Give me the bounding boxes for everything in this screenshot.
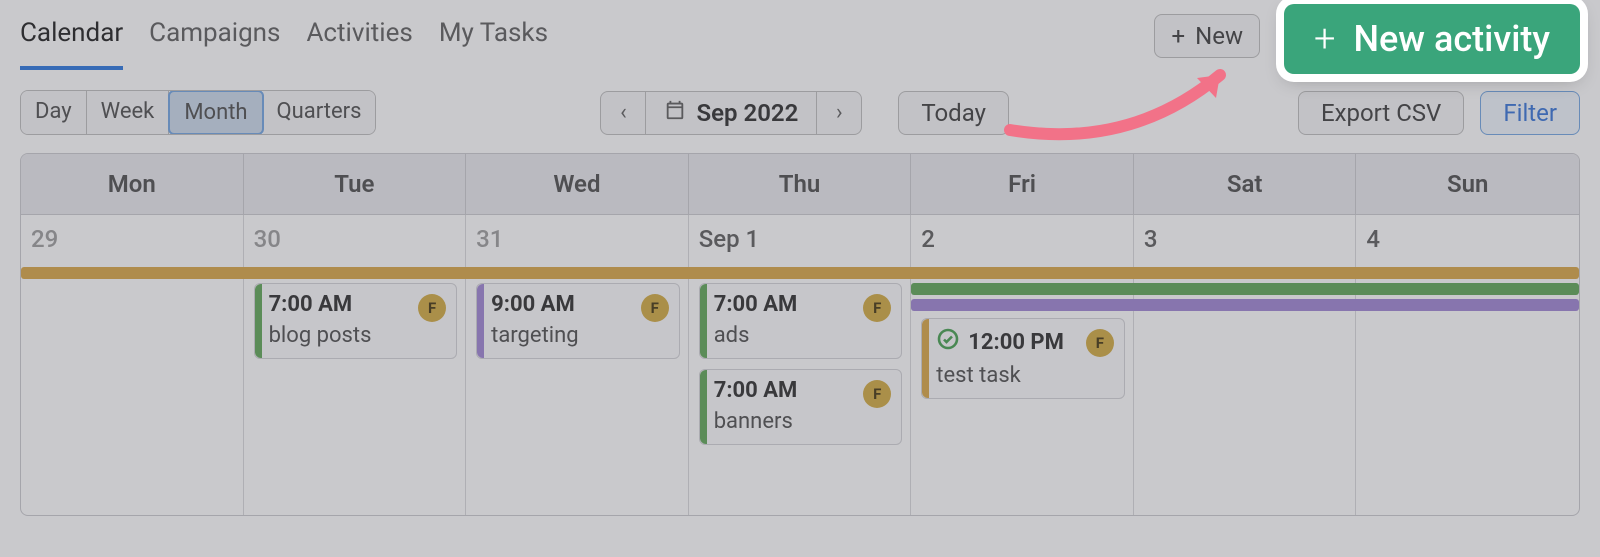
plus-icon: +: [1314, 20, 1335, 58]
today-button[interactable]: Today: [898, 91, 1009, 135]
new-dropdown-label: New: [1195, 22, 1243, 50]
tab-calendar-label: Calendar: [20, 18, 123, 48]
range-quarters-label: Quarters: [277, 99, 362, 124]
day-cell-fri[interactable]: 2 F 12:00 PM test task: [911, 215, 1134, 515]
tab-activities[interactable]: Activities: [306, 12, 412, 70]
range-month-label: Month: [184, 100, 247, 125]
today-button-label: Today: [921, 99, 986, 127]
prev-month-button[interactable]: ‹: [600, 91, 646, 135]
export-csv-button[interactable]: Export CSV: [1298, 91, 1464, 135]
weekday-thu: Thu: [689, 154, 912, 214]
event-card-blog-posts[interactable]: F 7:00 AM blog posts: [254, 283, 458, 359]
day-cell-sun[interactable]: 4: [1356, 215, 1579, 515]
chevron-right-icon: ›: [836, 100, 843, 125]
tab-my-tasks[interactable]: My Tasks: [439, 12, 548, 70]
event-stripe: [255, 284, 262, 358]
span-bar-orange[interactable]: [21, 267, 1579, 279]
new-dropdown-button[interactable]: + New: [1154, 14, 1260, 58]
range-day[interactable]: Day: [21, 91, 87, 134]
event-stripe: [477, 284, 484, 358]
check-circle-icon: [936, 327, 960, 357]
chevron-left-icon: ‹: [620, 100, 627, 125]
right-controls: Export CSV Filter: [1298, 91, 1580, 135]
week-row: 29 30 F 7:00 AM blog posts 31 F: [21, 215, 1579, 515]
range-day-label: Day: [35, 99, 72, 124]
event-card-ads[interactable]: F 7:00 AM ads: [699, 283, 903, 359]
weekday-wed: Wed: [466, 154, 689, 214]
avatar: F: [1086, 329, 1114, 357]
event-title: banners: [714, 409, 892, 434]
date-label: Sep 1: [699, 225, 903, 253]
weekday-header-row: Mon Tue Wed Thu Fri Sat Sun: [21, 154, 1579, 215]
event-card-banners[interactable]: F 7:00 AM banners: [699, 369, 903, 445]
toolbar: Day Week Month Quarters ‹ Sep 2022 › Tod…: [0, 70, 1600, 153]
date-label: 30: [254, 225, 458, 253]
tab-activities-label: Activities: [306, 18, 412, 48]
tab-my-tasks-label: My Tasks: [439, 18, 548, 48]
date-label: 29: [31, 225, 235, 253]
day-cell-wed[interactable]: 31 F 9:00 AM targeting: [466, 215, 689, 515]
event-title: ads: [714, 323, 892, 348]
event-card-targeting[interactable]: F 9:00 AM targeting: [476, 283, 680, 359]
filter-button-label: Filter: [1503, 99, 1557, 127]
span-bar-purple[interactable]: [911, 299, 1579, 311]
event-stripe: [700, 370, 707, 444]
calendar-icon: [664, 99, 686, 127]
weekday-mon: Mon: [21, 154, 244, 214]
new-activity-button[interactable]: + New activity: [1284, 4, 1580, 74]
day-cell-thu[interactable]: Sep 1 F 7:00 AM ads F 7:00 AM banners: [689, 215, 912, 515]
event-time-text: 12:00 PM: [968, 330, 1064, 355]
event-card-test-task[interactable]: F 12:00 PM test task: [921, 318, 1125, 399]
plus-icon: +: [1171, 22, 1185, 50]
weekday-sat: Sat: [1134, 154, 1357, 214]
range-quarters[interactable]: Quarters: [263, 91, 376, 134]
weekday-fri: Fri: [911, 154, 1134, 214]
range-button-group: Day Week Month Quarters: [20, 90, 376, 135]
avatar: F: [863, 294, 891, 322]
weekday-tue: Tue: [244, 154, 467, 214]
weekday-sun: Sun: [1356, 154, 1579, 214]
app-root: + New Calendar Campaigns Activities My T…: [0, 0, 1600, 557]
tab-calendar[interactable]: Calendar: [20, 12, 123, 70]
calendar-grid: Mon Tue Wed Thu Fri Sat Sun 29 30: [20, 153, 1580, 516]
range-week[interactable]: Week: [87, 91, 170, 134]
tab-campaigns[interactable]: Campaigns: [149, 12, 280, 70]
day-cell-sat[interactable]: 3: [1134, 215, 1357, 515]
date-label: 31: [476, 225, 680, 253]
avatar: F: [863, 380, 891, 408]
filter-button[interactable]: Filter: [1480, 91, 1580, 135]
avatar: F: [641, 294, 669, 322]
day-cell-tue[interactable]: 30 F 7:00 AM blog posts: [244, 215, 467, 515]
month-label-button[interactable]: Sep 2022: [646, 91, 816, 135]
date-label: 4: [1366, 225, 1571, 253]
event-stripe: [922, 319, 929, 398]
date-label: 3: [1144, 225, 1348, 253]
avatar: F: [418, 294, 446, 322]
month-navigator: ‹ Sep 2022 ›: [600, 91, 862, 135]
range-month[interactable]: Month: [168, 90, 263, 135]
range-week-label: Week: [101, 99, 155, 124]
tab-campaigns-label: Campaigns: [149, 18, 280, 48]
event-title: targeting: [491, 323, 669, 348]
event-title: test task: [936, 363, 1114, 388]
month-label-text: Sep 2022: [696, 99, 798, 127]
day-cell-mon[interactable]: 29: [21, 215, 244, 515]
date-label: 2: [921, 225, 1125, 253]
next-month-button[interactable]: ›: [816, 91, 862, 135]
export-csv-label: Export CSV: [1321, 99, 1441, 127]
event-stripe: [700, 284, 707, 358]
new-activity-label: New activity: [1353, 18, 1550, 60]
span-bar-green[interactable]: [911, 283, 1579, 295]
event-title: blog posts: [269, 323, 447, 348]
